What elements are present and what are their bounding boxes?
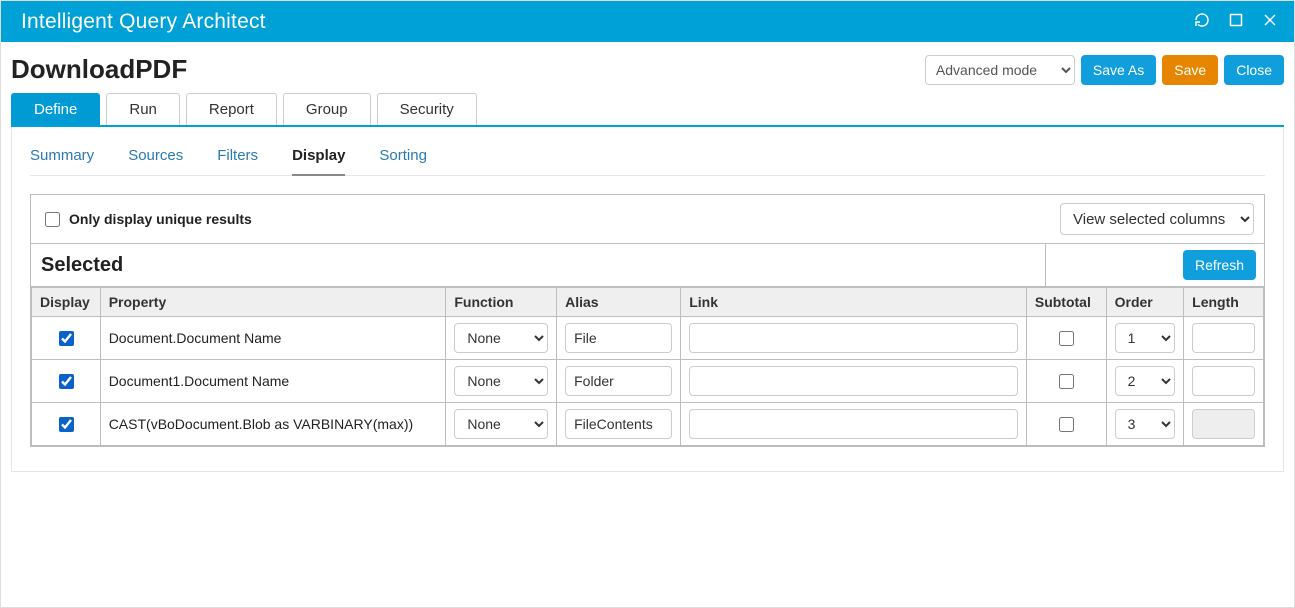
- col-alias-header: Alias: [557, 288, 681, 317]
- subtotal-checkbox[interactable]: [1059, 331, 1074, 346]
- main-tab-group[interactable]: Group: [283, 93, 371, 125]
- alias-input[interactable]: [565, 409, 672, 439]
- display-checkbox[interactable]: [59, 331, 74, 346]
- table-header-row: Display Property Function Alias Link Sub…: [32, 288, 1264, 317]
- order-select[interactable]: 2: [1115, 366, 1176, 396]
- link-input[interactable]: [689, 366, 1018, 396]
- selected-title: Selected: [31, 246, 1045, 285]
- unique-checkbox-label[interactable]: Only display unique results: [41, 209, 1060, 230]
- main-tabs: DefineRunReportGroupSecurity: [11, 93, 1284, 127]
- unique-row: Only display unique results View selecte…: [31, 195, 1264, 244]
- display-box: Only display unique results View selecte…: [30, 194, 1265, 447]
- property-cell: Document1.Document Name: [100, 360, 446, 403]
- sub-tab-sorting[interactable]: Sorting: [379, 141, 427, 175]
- page-title: DownloadPDF: [11, 54, 925, 85]
- mode-select[interactable]: Advanced mode: [925, 55, 1075, 85]
- length-input[interactable]: [1192, 323, 1255, 353]
- header-row: DownloadPDF Advanced mode Save As Save C…: [11, 54, 1284, 85]
- main-tab-define[interactable]: Define: [11, 93, 100, 125]
- window-title: Intelligent Query Architect: [21, 10, 1194, 34]
- sub-tab-filters[interactable]: Filters: [217, 141, 258, 175]
- sub-tab-display[interactable]: Display: [292, 141, 345, 176]
- col-subtotal-header: Subtotal: [1026, 288, 1106, 317]
- display-checkbox[interactable]: [59, 417, 74, 432]
- close-button[interactable]: Close: [1224, 55, 1284, 85]
- table-row: Document1.Document Name None 2: [32, 360, 1264, 403]
- property-cell: CAST(vBoDocument.Blob as VARBINARY(max)): [100, 403, 446, 446]
- refresh-icon[interactable]: [1194, 12, 1210, 31]
- selected-columns-table: Display Property Function Alias Link Sub…: [31, 287, 1264, 446]
- display-checkbox[interactable]: [59, 374, 74, 389]
- title-bar: Intelligent Query Architect: [1, 1, 1294, 42]
- order-select[interactable]: 1: [1115, 323, 1176, 353]
- function-select[interactable]: None: [454, 323, 548, 353]
- save-as-button[interactable]: Save As: [1081, 55, 1156, 85]
- order-select[interactable]: 3: [1115, 409, 1176, 439]
- maximize-icon[interactable]: [1228, 12, 1244, 31]
- main-tab-security[interactable]: Security: [377, 93, 477, 125]
- function-select[interactable]: None: [454, 366, 548, 396]
- alias-input[interactable]: [565, 366, 672, 396]
- selected-header: Selected Refresh: [31, 244, 1264, 287]
- refresh-button[interactable]: Refresh: [1183, 250, 1256, 280]
- sub-tab-summary[interactable]: Summary: [30, 141, 94, 175]
- unique-checkbox[interactable]: [45, 212, 60, 227]
- close-icon[interactable]: [1262, 12, 1278, 31]
- view-columns-select[interactable]: View selected columns: [1060, 203, 1254, 235]
- property-cell: Document.Document Name: [100, 317, 446, 360]
- col-link-header: Link: [681, 288, 1027, 317]
- table-row: Document.Document Name None 1: [32, 317, 1264, 360]
- define-pane: Summary Sources Filters Display Sorting Only…: [11, 127, 1284, 472]
- window-controls: [1194, 12, 1278, 31]
- length-input[interactable]: [1192, 366, 1255, 396]
- main-tab-report[interactable]: Report: [186, 93, 277, 125]
- col-property-header: Property: [100, 288, 446, 317]
- refresh-wrap: Refresh: [1045, 244, 1264, 286]
- length-input: [1192, 409, 1255, 439]
- alias-input[interactable]: [565, 323, 672, 353]
- subtotal-checkbox[interactable]: [1059, 417, 1074, 432]
- col-length-header: Length: [1184, 288, 1264, 317]
- sub-tabs: Summary Sources Filters Display Sorting: [30, 141, 1265, 176]
- main-tab-run[interactable]: Run: [106, 93, 180, 125]
- unique-label-text: Only display unique results: [69, 211, 252, 227]
- header-actions: Advanced mode Save As Save Close: [925, 55, 1284, 85]
- link-input[interactable]: [689, 323, 1018, 353]
- content-area: DownloadPDF Advanced mode Save As Save C…: [1, 42, 1294, 490]
- subtotal-checkbox[interactable]: [1059, 374, 1074, 389]
- col-order-header: Order: [1106, 288, 1184, 317]
- col-display-header: Display: [32, 288, 101, 317]
- function-select[interactable]: None: [454, 409, 548, 439]
- sub-tab-sources[interactable]: Sources: [128, 141, 183, 175]
- col-function-header: Function: [446, 288, 557, 317]
- save-button[interactable]: Save: [1162, 55, 1218, 85]
- link-input[interactable]: [689, 409, 1018, 439]
- table-row: CAST(vBoDocument.Blob as VARBINARY(max))…: [32, 403, 1264, 446]
